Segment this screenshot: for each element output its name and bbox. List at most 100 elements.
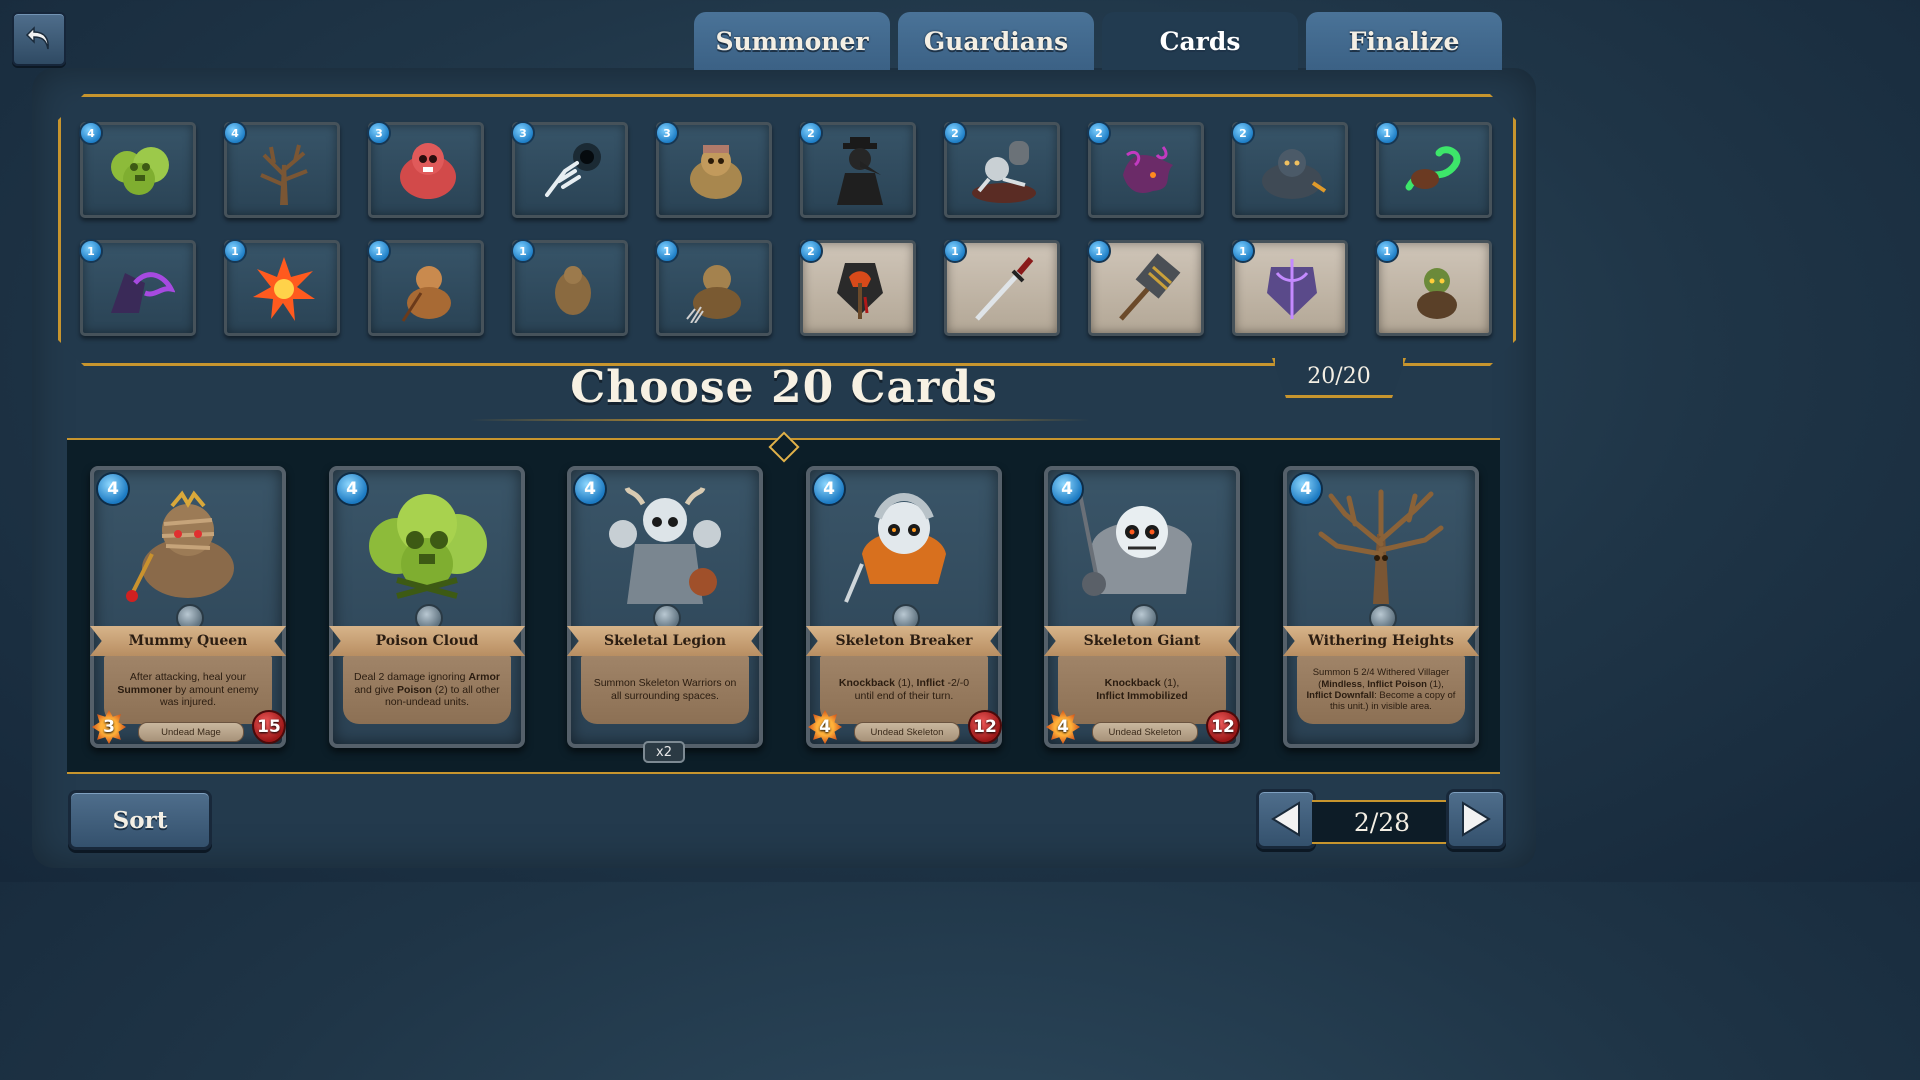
card-text: Knockback (1), Inflict Immobilized <box>1058 656 1226 724</box>
card-cost: 4 <box>96 472 130 506</box>
card-name: Skeleton Giant <box>1083 633 1201 649</box>
card-mummy-queen[interactable]: Mummy Queen After attacking, heal your S… <box>90 466 286 748</box>
health-stat: 12 <box>968 710 1002 744</box>
card-text: Summon Skeleton Warriors on all surround… <box>581 656 749 724</box>
card-text-part: and give <box>354 683 397 696</box>
withered-tree-art <box>260 144 308 205</box>
deck-card-thumb[interactable]: 2 <box>799 239 916 336</box>
tab-guardians[interactable]: Guardians <box>898 12 1094 70</box>
deck-card-thumb[interactable]: 1 <box>1087 239 1204 336</box>
card-text-part: Deal 2 damage ignoring <box>354 671 469 684</box>
cost-badge: 1 <box>79 239 103 263</box>
deck-card-thumb[interactable]: 3 <box>367 121 484 218</box>
cost-badge: 2 <box>1087 121 1111 145</box>
health-value: 12 <box>1211 717 1235 737</box>
health-value: 15 <box>257 717 281 737</box>
card-skeleton-breaker[interactable]: Skeleton Breaker Knockback (1), Inflict … <box>806 466 1002 748</box>
deck-card-thumb[interactable]: 1 <box>79 239 196 336</box>
cost-badge: 1 <box>511 239 535 263</box>
cost-badge: 1 <box>1231 239 1255 263</box>
card-name-banner: Skeleton Breaker <box>806 626 1002 656</box>
cost-badge: 4 <box>223 121 247 145</box>
back-button[interactable] <box>12 12 66 66</box>
deck-card-thumb[interactable]: 1 <box>1231 239 1348 336</box>
arrow-right-icon <box>1462 801 1491 837</box>
attack-value: 4 <box>819 717 831 737</box>
deck-card-thumb[interactable]: 2 <box>1087 121 1204 218</box>
purple-dragon-art <box>111 272 175 313</box>
tab-summoner[interactable]: Summoner <box>694 12 890 70</box>
attack-stat: 3 <box>92 710 126 744</box>
health-stat: 15 <box>252 710 286 744</box>
deck-card-thumb[interactable]: 1 <box>367 239 484 336</box>
card-name: Withering Heights <box>1308 633 1454 649</box>
next-page-button[interactable] <box>1446 789 1506 849</box>
card-cost: 4 <box>1289 472 1323 506</box>
card-cost: 4 <box>812 472 846 506</box>
card-name: Skeletal Legion <box>603 633 727 649</box>
cost-badge: 1 <box>223 239 247 263</box>
cost-badge: 3 <box>367 121 391 145</box>
deck-card-thumb[interactable]: 2 <box>799 121 916 218</box>
crawling-beast-art <box>555 266 591 315</box>
sort-button[interactable]: Sort <box>68 790 212 850</box>
prev-page-button[interactable] <box>1256 789 1316 849</box>
green-serpent-art <box>1405 146 1461 191</box>
keyword: Knockback <box>1104 677 1161 690</box>
deck-card-thumb[interactable]: 2 <box>943 121 1060 218</box>
keyword: Inflict Immobilized <box>1096 690 1188 702</box>
keyword: Armor <box>468 671 500 684</box>
cost-badge: 3 <box>655 121 679 145</box>
card-type: Undead Mage <box>138 722 244 742</box>
copies-badge: x2 <box>643 741 685 763</box>
cost-badge: 1 <box>1087 239 1111 263</box>
card-type: Undead Skeleton <box>1092 722 1198 742</box>
cost-badge: 1 <box>367 239 391 263</box>
card-withering-heights[interactable]: Withering Heights Summon 5 2/4 Withered … <box>1283 466 1479 748</box>
card-skeletal-legion[interactable]: Skeletal Legion Summon Skeleton Warriors… <box>567 466 763 748</box>
card-cost: 4 <box>335 472 369 506</box>
tab-cards[interactable]: Cards <box>1102 12 1298 70</box>
card-poison-cloud[interactable]: Poison Cloud Deal 2 damage ignoring Armo… <box>329 466 525 748</box>
deck-card-thumb[interactable]: 2 <box>1231 121 1348 218</box>
card-text: After attacking, heal your Summoner by a… <box>104 656 272 724</box>
card-text-part: by amount enemy was injured. <box>159 683 259 709</box>
keyword: Inflict Poison <box>1367 678 1427 690</box>
keyword: Inflict Downfall <box>1306 690 1375 701</box>
card-text: Deal 2 damage ignoring Armor and give Po… <box>343 656 511 724</box>
shadow-beast-art <box>1123 146 1173 194</box>
katana-art <box>975 257 1034 321</box>
deck-card-thumb[interactable]: 1 <box>943 239 1060 336</box>
card-text-part: After attacking, heal your <box>129 671 247 684</box>
skeletal-legion-art <box>609 486 721 604</box>
arrow-left-icon <box>1271 801 1300 837</box>
rising-zombie-art <box>972 141 1036 203</box>
card-text: Summon 5 2/4 Withered Villager (Mindless… <box>1297 656 1465 724</box>
deck-card-thumb[interactable]: 1 <box>1375 239 1492 336</box>
deck-card-thumb[interactable]: 3 <box>511 121 628 218</box>
deck-card-thumb[interactable]: 1 <box>655 239 772 336</box>
deck-card-thumb[interactable]: 1 <box>223 239 340 336</box>
card-text-part: (1), <box>1160 677 1180 690</box>
card-cost: 4 <box>573 472 607 506</box>
goblin-art <box>1417 268 1457 319</box>
card-skeleton-giant[interactable]: Skeleton Giant Knockback (1), Inflict Imm… <box>1044 466 1240 748</box>
tab-finalize[interactable]: Finalize <box>1306 12 1502 70</box>
card-name-banner: Skeleton Giant <box>1044 626 1240 656</box>
deck-card-thumb[interactable]: 4 <box>79 121 196 218</box>
poison-cloud-art <box>111 147 169 195</box>
deck-card-thumb[interactable]: 3 <box>655 121 772 218</box>
keyword: Mindless <box>1321 678 1362 690</box>
plague-doctor-art <box>837 137 883 205</box>
deck-card-thumb[interactable]: 4 <box>223 121 340 218</box>
card-text-part: (1), <box>1426 678 1444 690</box>
skeleton-giant-art <box>1078 493 1192 596</box>
red-skull-brute-art <box>400 143 456 199</box>
card-type: Undead Skeleton <box>854 722 960 742</box>
page-indicator: 2/28 <box>1312 800 1452 844</box>
keyword: Inflict <box>916 677 945 690</box>
cost-badge: 1 <box>655 239 679 263</box>
skeletal-hand-vortex-art <box>545 143 601 197</box>
deck-card-thumb[interactable]: 1 <box>511 239 628 336</box>
deck-card-thumb[interactable]: 1 <box>1375 121 1492 218</box>
